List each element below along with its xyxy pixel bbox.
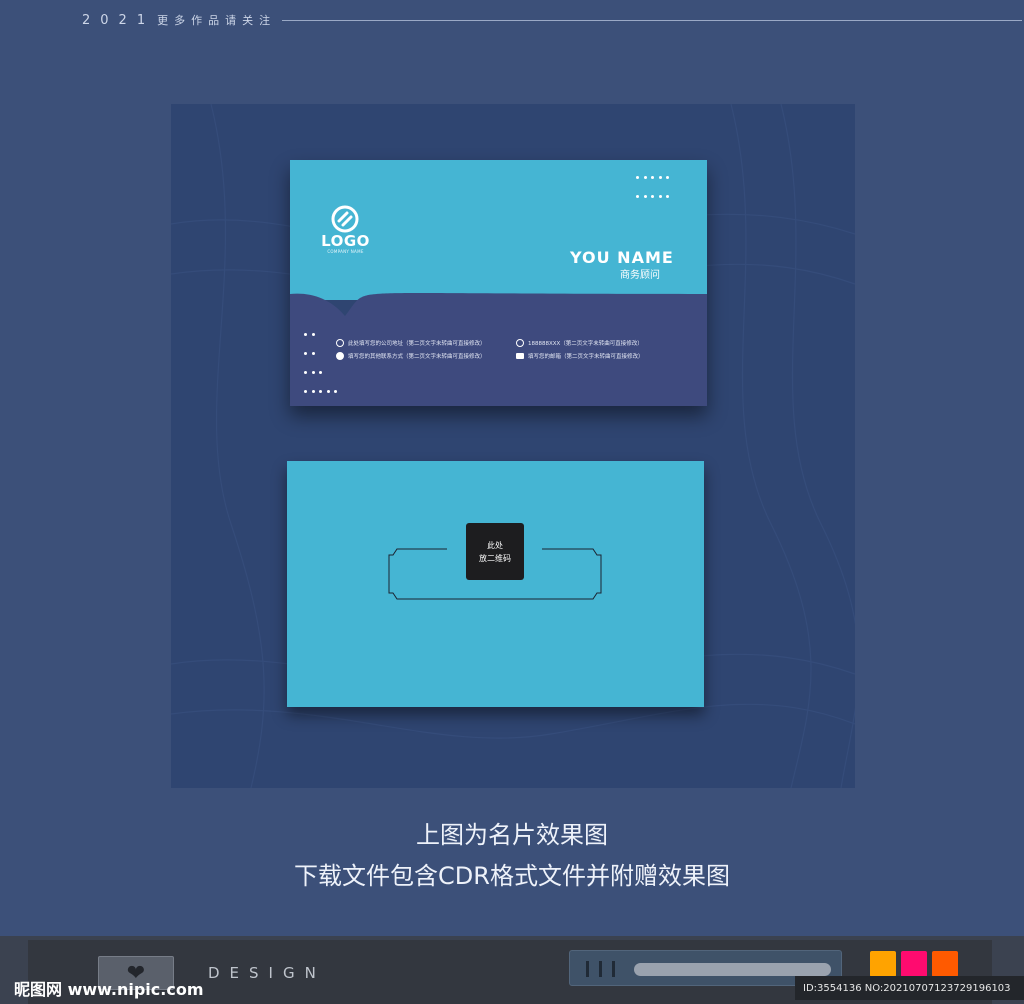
business-card-back: 此处 放二维码 — [287, 461, 704, 707]
info-contact-text: 填写您的其他联系方式（第二页文字未转曲可直接修改） — [348, 354, 486, 360]
qr-placeholder-line2: 放二维码 — [479, 553, 511, 563]
info-email-text: 填写您的邮箱（第二页文字未转曲可直接修改） — [528, 354, 644, 360]
phone-icon — [516, 339, 524, 347]
header-year: 2021 — [82, 12, 156, 28]
person-name: YOU NAME — [570, 248, 674, 267]
info-address-text: 此处填写您的公司地址（第二页文字未转曲可直接修改） — [348, 341, 486, 347]
qr-code-placeholder: 此处 放二维码 — [466, 523, 524, 580]
slider-ticks — [586, 961, 615, 977]
caption-line2: 下载文件包含CDR格式文件并附赠效果图 — [294, 862, 730, 890]
image-id-text: ID:3554136 NO:20210707123729196103 — [795, 976, 1024, 1000]
watermark-brand: 昵图网 www.nipic.com — [14, 980, 204, 999]
logo-subtitle: COMPANY NAME — [327, 249, 364, 254]
qr-placeholder-line1: 此处 — [487, 540, 503, 550]
info-email: 填写您的邮箱（第二页文字未转曲可直接修改） — [516, 352, 644, 360]
slider-track — [634, 963, 831, 976]
info-address: 此处填写您的公司地址（第二页文字未转曲可直接修改） — [336, 339, 486, 347]
design-label: DESIGN — [208, 964, 326, 982]
header-note: 更多作品请关注 — [157, 14, 277, 27]
header-divider — [282, 19, 1022, 21]
footer-bar: ❤ DESIGN 昵图网 www.nipic.com ID:3554136 NO… — [0, 936, 1024, 1004]
location-icon — [336, 339, 344, 347]
caption-line1: 上图为名片效果图 — [416, 821, 608, 849]
info-contact: 填写您的其他联系方式（第二页文字未转曲可直接修改） — [336, 352, 486, 360]
contact-icon — [336, 352, 344, 360]
decorative-dots-top-right — [636, 176, 696, 214]
info-phone-text: 188888XXX（第二页文字未转曲可直接修改） — [528, 341, 643, 347]
color-swatch-orange — [870, 951, 896, 977]
mail-icon — [516, 353, 524, 359]
business-card-front: LOGO COMPANY NAME YOU NAME 商务顾问 此处填写您的公司… — [290, 160, 707, 406]
info-phone: 188888XXX（第二页文字未转曲可直接修改） — [516, 339, 643, 347]
logo-text: LOGO — [321, 232, 370, 250]
top-header: 2021 更多作品请关注 — [82, 12, 1022, 28]
job-title: 商务顾问 — [620, 270, 660, 281]
mockup-stage: LOGO COMPANY NAME YOU NAME 商务顾问 此处填写您的公司… — [171, 104, 855, 788]
logo-icon — [331, 205, 359, 233]
color-swatch-pink — [901, 951, 927, 977]
color-swatch-red-orange — [932, 951, 958, 977]
